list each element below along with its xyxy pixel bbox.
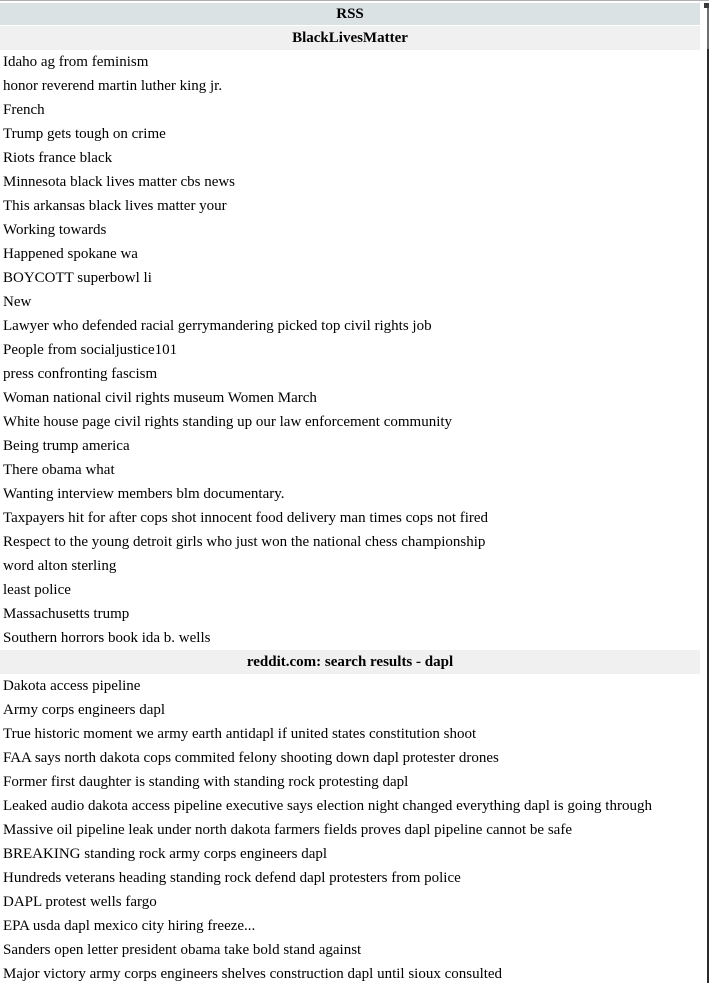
rss-reader-window: RSS BlackLivesMatter Idaho ag from femini… [0,0,709,983]
feed-item[interactable]: Southern horrors book ida b. wells [0,626,700,650]
feed-title-bar: RSS [0,3,700,26]
feed-item[interactable]: New [0,290,700,314]
feed-item[interactable]: Taxpayers hit for after cops shot innoce… [0,506,700,530]
feed-item[interactable]: Being trump america [0,434,700,458]
feed-item[interactable]: Respect to the young detroit girls who j… [0,530,700,554]
feed-item[interactable]: Minnesota black lives matter cbs news [0,170,700,194]
feed-item[interactable]: BOYCOTT superbowl li [0,266,700,290]
feed-item[interactable]: Leaked audio dakota access pipeline exec… [0,794,700,818]
feed-item[interactable]: Hundreds veterans heading standing rock … [0,866,700,890]
feed-item[interactable]: Trump gets tough on crime [0,122,700,146]
feed-item[interactable]: honor reverend martin luther king jr. [0,74,700,98]
feed-scroll-area[interactable]: RSS BlackLivesMatter Idaho ag from femini… [0,3,700,983]
feed-item[interactable]: Former first daughter is standing with s… [0,770,700,794]
feed-item[interactable]: Sanders open letter president obama take… [0,938,700,962]
feed-item[interactable]: word alton sterling [0,554,700,578]
feed-item[interactable]: Massive oil pipeline leak under north da… [0,818,700,842]
feed-item[interactable]: least police [0,578,700,602]
feed-item[interactable]: EPA usda dapl mexico city hiring freeze.… [0,914,700,938]
feed-item[interactable]: press confronting fascism [0,362,700,386]
feed-item[interactable]: White house page civil rights standing u… [0,410,700,434]
feed-item[interactable]: FAA says north dakota cops commited felo… [0,746,700,770]
feed-item[interactable]: Dakota access pipeline [0,674,700,698]
feed-item[interactable]: True historic moment we army earth antid… [0,722,700,746]
feed-list: Idaho ag from feminism honor reverend mar… [0,50,700,650]
feed-item[interactable]: Woman national civil rights museum Women… [0,386,700,410]
feed-item[interactable]: Riots france black [0,146,700,170]
feed-list: Dakota access pipeline Army corps enginee… [0,674,700,983]
feed-item[interactable]: There obama what [0,458,700,482]
vertical-scrollbar[interactable] [700,3,709,983]
feed-sections-container: BlackLivesMatter Idaho ag from feminism ho… [0,26,700,983]
feed-item[interactable]: Lawyer who defended racial gerrymanderin… [0,314,700,338]
feed-item[interactable]: Happened spokane wa [0,242,700,266]
feed-item[interactable]: Army corps engineers dapl [0,698,700,722]
feed-item[interactable]: DAPL protest wells fargo [0,890,700,914]
feed-item[interactable]: Working towards [0,218,700,242]
feed-item[interactable]: Major victory army corps engineers shelv… [0,962,700,983]
section-header: BlackLivesMatter [0,26,700,50]
section-header: reddit.com: search results - dapl [0,650,700,674]
feed-item[interactable]: Idaho ag from feminism [0,50,700,74]
feed-item[interactable]: BREAKING standing rock army corps engine… [0,842,700,866]
feed-item[interactable]: People from socialjustice101 [0,338,700,362]
feed-item[interactable]: This arkansas black lives matter your [0,194,700,218]
scrollbar-corner-mark [704,3,709,8]
feed-item[interactable]: French [0,98,700,122]
feed-item[interactable]: Wanting interview members blm documentar… [0,482,700,506]
feed-item[interactable]: Massachusetts trump [0,602,700,626]
